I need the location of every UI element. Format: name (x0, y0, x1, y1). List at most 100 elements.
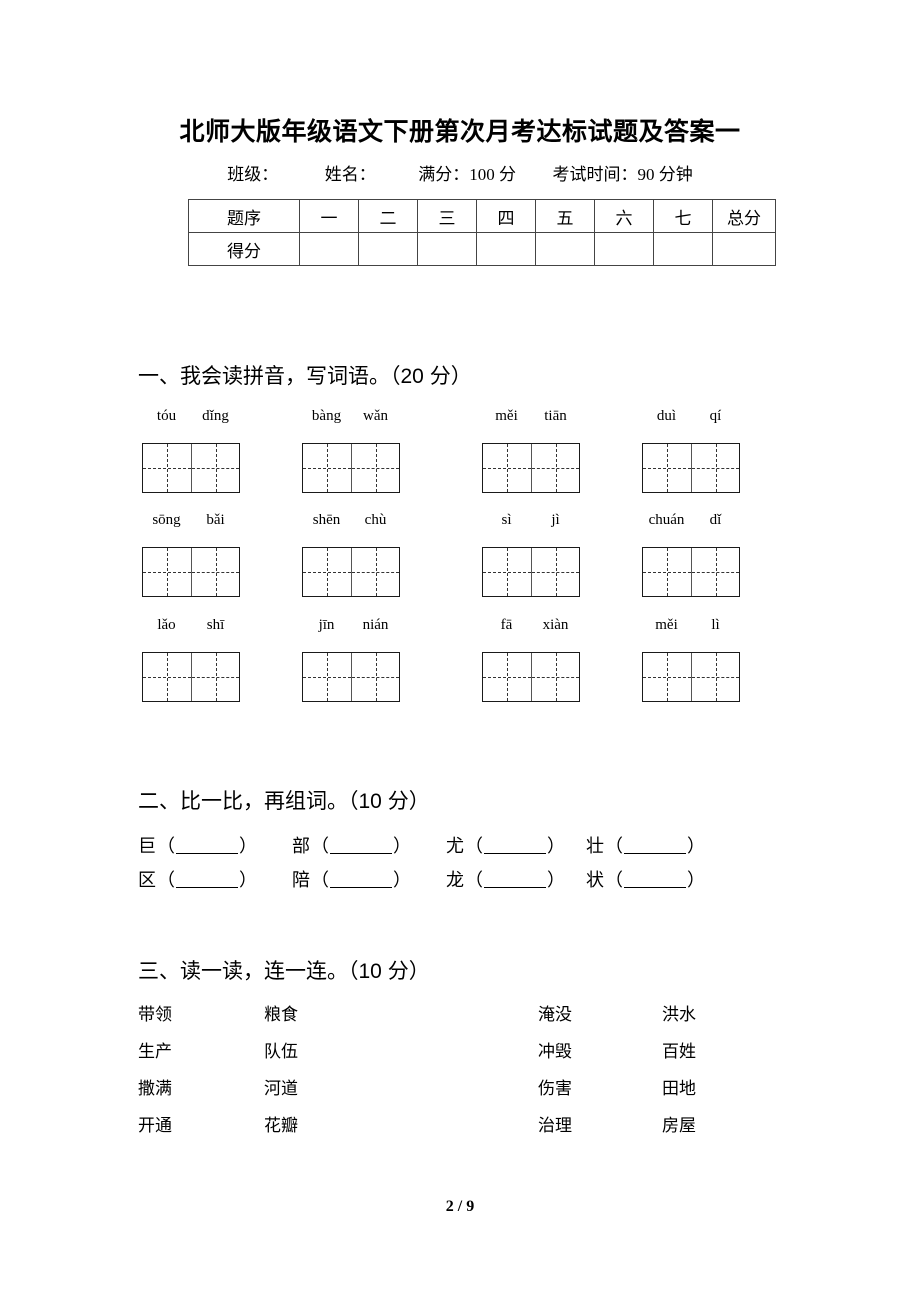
answer-blank[interactable] (330, 872, 392, 888)
writing-grid-cell[interactable] (531, 444, 579, 492)
writing-grid-box[interactable] (642, 443, 740, 493)
matching-word[interactable]: 开通 (138, 1111, 172, 1136)
writing-grid-cell[interactable] (691, 444, 739, 492)
writing-grid-cell[interactable] (531, 653, 579, 701)
matching-word[interactable]: 河道 (264, 1074, 298, 1099)
matching-word[interactable]: 百姓 (662, 1037, 696, 1062)
writing-grid-cell[interactable] (643, 653, 691, 701)
matching-word[interactable]: 生产 (138, 1037, 172, 1062)
pinyin-line: tóu dǐng bàng wǎn měi tiān duì qí (142, 408, 842, 434)
matching-word[interactable]: 冲毁 (538, 1037, 572, 1062)
score-table-col-total: 总分 (712, 199, 776, 233)
writing-grid-cell[interactable] (143, 548, 191, 596)
pinyin-group: bàng wǎn (302, 408, 400, 432)
writing-grid-box[interactable] (302, 443, 400, 493)
pinyin-syllable: tiān (544, 408, 567, 424)
writing-grid-cell[interactable] (303, 548, 351, 596)
writing-grid-box[interactable] (302, 652, 400, 702)
writing-grid-box[interactable] (482, 652, 580, 702)
table-row-header: 题序 一 二 三 四 五 六 七 总分 (188, 199, 776, 233)
matching-word[interactable]: 带领 (138, 1000, 172, 1025)
name-label: 姓名： (324, 165, 376, 184)
score-cell-1[interactable] (358, 232, 418, 266)
pinyin-group: jīn nián (302, 617, 400, 641)
pinyin-syllable: shēn (312, 512, 341, 528)
pinyin-syllable: fā (500, 617, 513, 633)
writing-grid-box[interactable] (482, 547, 580, 597)
paren-open: （ (465, 836, 483, 856)
writing-grid-cell[interactable] (351, 548, 399, 596)
writing-grid-box[interactable] (482, 443, 580, 493)
writing-grid-cell[interactable] (191, 653, 239, 701)
writing-grid-cell[interactable] (191, 548, 239, 596)
compare-character: 区 (138, 870, 156, 890)
score-table-col-6: 七 (653, 199, 713, 233)
pinyin-group: lǎo shī (142, 617, 240, 641)
pinyin-syllable: dǐng (202, 408, 229, 424)
score-cell-3[interactable] (476, 232, 536, 266)
matching-word[interactable]: 伤害 (538, 1074, 572, 1099)
writing-grid-cell[interactable] (643, 548, 691, 596)
pinyin-syllable: sōng (152, 512, 181, 528)
writing-grid-cell[interactable] (351, 444, 399, 492)
matching-word[interactable]: 花瓣 (264, 1111, 298, 1136)
writing-grid-cell[interactable] (691, 548, 739, 596)
writing-grid-box[interactable] (142, 443, 240, 493)
answer-blank[interactable] (484, 838, 546, 854)
writing-grid-cell[interactable] (691, 653, 739, 701)
pinyin-syllable: nián (362, 617, 389, 633)
answer-blank[interactable] (176, 838, 238, 854)
writing-grid-box[interactable] (142, 652, 240, 702)
paren-close: ） (239, 836, 257, 856)
score-cell-2[interactable] (417, 232, 477, 266)
pinyin-syllable: qí (709, 408, 722, 424)
matching-word[interactable]: 洪水 (662, 1000, 696, 1025)
pinyin-group: sì jì (482, 512, 580, 536)
compare-item: 区（ ） (138, 866, 257, 892)
writing-grid-cell[interactable] (483, 653, 531, 701)
writing-grid-cell[interactable] (191, 444, 239, 492)
answer-blank[interactable] (330, 838, 392, 854)
writing-grid-cell[interactable] (303, 444, 351, 492)
compare-character: 壮 (586, 836, 604, 856)
matching-word[interactable]: 撒满 (138, 1074, 172, 1099)
compare-item: 巨（ ） (138, 832, 257, 858)
answer-blank[interactable] (484, 872, 546, 888)
writing-grid-box[interactable] (142, 547, 240, 597)
pinyin-syllable: jì (551, 512, 560, 528)
writing-grid-box[interactable] (642, 652, 740, 702)
score-cell-4[interactable] (535, 232, 595, 266)
answer-blank[interactable] (624, 838, 686, 854)
writing-grid-cell[interactable] (143, 653, 191, 701)
writing-grid-cell[interactable] (531, 548, 579, 596)
section-heading-1: 一、我会读拼音，写词语。（20 分） (138, 365, 472, 388)
matching-word[interactable]: 队伍 (264, 1037, 298, 1062)
answer-blank[interactable] (624, 872, 686, 888)
matching-word[interactable]: 田地 (662, 1074, 696, 1099)
score-cell-0[interactable] (299, 232, 359, 266)
table-row-score: 得分 (188, 232, 776, 266)
score-cell-6[interactable] (653, 232, 713, 266)
matching-word[interactable]: 粮食 (264, 1000, 298, 1025)
writing-grid-box[interactable] (642, 547, 740, 597)
compare-words-block: 巨（） 部（） 尤（） 壮（） 区（） 陪（） 龙（） 状（） (138, 832, 838, 900)
pinyin-group: fā xiàn (482, 617, 580, 641)
matching-word[interactable]: 治理 (538, 1111, 572, 1136)
pinyin-writing-row-1: tóu dǐng bàng wǎn měi tiān duì qí (142, 408, 842, 495)
answer-blank[interactable] (176, 872, 238, 888)
score-table-col-5: 六 (594, 199, 654, 233)
writing-grid-cell[interactable] (643, 444, 691, 492)
matching-word[interactable]: 淹没 (538, 1000, 572, 1025)
score-cell-5[interactable] (594, 232, 654, 266)
score-cell-total[interactable] (712, 232, 776, 266)
writing-grid-cell[interactable] (351, 653, 399, 701)
writing-grid-cell[interactable] (483, 444, 531, 492)
writing-grid-cell[interactable] (303, 653, 351, 701)
writing-grid-cell[interactable] (483, 548, 531, 596)
matching-word[interactable]: 房屋 (662, 1111, 696, 1136)
writing-grid-box[interactable] (302, 547, 400, 597)
paren-open: （ (465, 870, 483, 890)
pinyin-group: tóu dǐng (142, 408, 240, 432)
score-table-col-2: 三 (417, 199, 477, 233)
writing-grid-cell[interactable] (143, 444, 191, 492)
